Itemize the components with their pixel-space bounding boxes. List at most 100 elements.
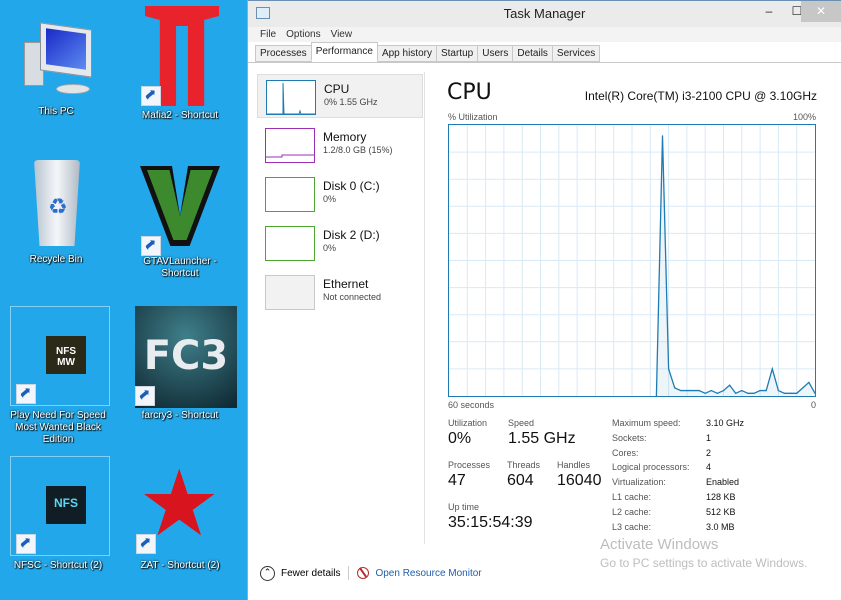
resource-list: CPU 0% 1.55 GHz Memory 1.2/8.0 GB (15%) …	[257, 72, 425, 544]
desktop-icon-label: Recycle Bin	[29, 254, 83, 265]
desktop-icon-label: This PC	[38, 106, 74, 117]
shortcut-arrow-icon	[135, 386, 155, 406]
cpu-data-point	[771, 368, 773, 370]
pentagram-icon: ★	[130, 454, 230, 558]
spec-key: Sockets:	[612, 432, 647, 443]
close-button[interactable]: ✕	[801, 1, 841, 22]
menu-file[interactable]: File	[260, 29, 276, 40]
resource-disk2[interactable]: Disk 2 (D:) 0%	[257, 221, 423, 265]
y-axis-label: % Utilization	[448, 112, 498, 122]
tab-performance[interactable]: Performance	[310, 42, 378, 61]
shortcut-arrow-icon	[16, 384, 36, 404]
tab-app-history[interactable]: App history	[376, 45, 437, 62]
tab-details[interactable]: Details	[512, 45, 553, 62]
stat-value: 35:15:54:39	[448, 514, 533, 531]
cpu-data-point	[729, 384, 731, 386]
desktop-icon-label: Mafia2 - Shortcut	[141, 110, 219, 121]
tab-processes[interactable]: Processes	[255, 45, 312, 62]
resource-name: Ethernet	[323, 277, 369, 291]
desktop-icon-label: Play Need For Speed Most Wanted Black Ed…	[10, 410, 106, 445]
chevron-up-icon: ⌃	[260, 565, 275, 581]
window-title: Task Manager	[503, 6, 586, 21]
stat-utilization: Utilization 0%	[448, 418, 487, 448]
spec-row: L1 cache: 128 KB	[612, 492, 744, 507]
menu-options[interactable]: Options	[286, 29, 320, 40]
tab-users[interactable]: Users	[477, 45, 514, 62]
stat-label: Up time	[448, 502, 480, 512]
resource-memory[interactable]: Memory 1.2/8.0 GB (15%)	[257, 123, 423, 167]
menu-view[interactable]: View	[331, 29, 353, 40]
tab-services[interactable]: Services	[551, 45, 601, 62]
resource-monitor-icon	[357, 567, 370, 579]
resource-name: Disk 2 (D:)	[323, 228, 380, 242]
spec-key: Cores:	[612, 447, 639, 458]
watermark-title: Activate Windows	[600, 536, 719, 553]
resource-ethernet[interactable]: Ethernet Not connected	[257, 270, 423, 314]
desktop-icon-nfsc[interactable]: NFS NFSC - Shortcut (2)	[2, 456, 114, 572]
stat-value: 0%	[448, 430, 472, 447]
cpu-specs: Maximum speed: 3.10 GHz Sockets: 1 Cores: 2…	[612, 418, 744, 536]
desktop: This PC Mafia2 - Shortcut ♻ Recycle Bin …	[0, 0, 247, 600]
cpu-series-line	[655, 135, 815, 396]
shortcut-arrow-icon	[136, 534, 156, 554]
stat-label: Threads	[507, 460, 541, 470]
desktop-icon-zat[interactable]: ★ ZAT - Shortcut (2)	[124, 454, 236, 572]
cpu-data-point	[710, 389, 712, 392]
nfsc-icon: NFS	[8, 456, 108, 558]
resource-name: Memory	[323, 130, 367, 144]
cpu-data-point	[765, 389, 767, 392]
title-bar[interactable]: Task Manager – ☐ ✕	[248, 0, 841, 27]
stat-label: Handles	[557, 460, 591, 470]
tab-startup[interactable]: Startup	[435, 45, 479, 62]
spec-row: Virtualization: Enabled	[612, 477, 744, 492]
cpu-data-point	[722, 389, 725, 392]
spec-key: Maximum speed:	[612, 418, 681, 428]
spec-key: L3 cache:	[612, 521, 652, 532]
spec-key: L1 cache:	[612, 491, 652, 502]
cpu-data-point	[686, 389, 688, 392]
resource-sub: 0% 1.55 GHz	[324, 97, 378, 107]
cpu-data-point	[698, 389, 700, 392]
cpu-data-point	[674, 387, 676, 389]
desktop-icon-gtav[interactable]: GTAVLauncher - Shortcut	[124, 158, 236, 280]
desktop-icon-mafia2[interactable]: Mafia2 - Shortcut	[124, 4, 236, 122]
desktop-icon-recycle-bin[interactable]: ♻ Recycle Bin	[0, 156, 112, 266]
desktop-icon-farcry3[interactable]: FC3 farcry3 - Shortcut	[124, 304, 237, 422]
fewer-details-button[interactable]: ⌃ Fewer details	[260, 565, 340, 581]
stat-uptime: Up time 35:15:54:39	[448, 502, 533, 532]
desktop-icon-nfs-mw[interactable]: NFS MW Play Need For Speed Most Wanted B…	[2, 306, 114, 446]
cpu-model: Intel(R) Core(TM) i3-2100 CPU @ 3.10GHz	[584, 89, 817, 103]
stat-processes: Processes 47	[448, 460, 490, 490]
minimize-button[interactable]: –	[755, 1, 783, 22]
cpu-data-point	[802, 387, 804, 389]
cpu-data-point	[796, 392, 798, 394]
stat-label: Speed	[508, 418, 535, 428]
disk2-thumbnail-graph	[265, 226, 315, 261]
resource-cpu[interactable]: CPU 0% 1.55 GHz	[257, 74, 423, 118]
spec-value: 2	[706, 447, 712, 458]
shortcut-arrow-icon	[141, 236, 161, 256]
resource-disk0[interactable]: Disk 0 (C:) 0%	[257, 172, 423, 216]
cpu-data-point	[790, 392, 792, 394]
open-resource-monitor-link[interactable]: Open Resource Monitor	[357, 567, 482, 579]
stat-value: 1.55 GHz	[508, 430, 576, 447]
stat-speed: Speed 1.55 GHz	[508, 418, 576, 448]
desktop-icon-this-pc[interactable]: This PC	[0, 20, 112, 118]
cpu-data-point	[777, 389, 779, 392]
cpu-data-point	[716, 392, 718, 394]
resource-name: CPU	[324, 82, 350, 96]
watermark-subtitle: Go to PC settings to activate Windows.	[600, 556, 808, 570]
cpu-data-point	[735, 392, 737, 394]
spec-value: 3.0 MB	[706, 521, 735, 532]
resource-sub: 0%	[323, 243, 337, 253]
resource-sub: Not connected	[323, 292, 382, 302]
stat-label: Processes	[448, 460, 491, 470]
cpu-heading: CPU	[447, 80, 492, 105]
resource-sub: 1.2/8.0 GB (15%)	[323, 145, 393, 155]
stat-label: Utilization	[448, 418, 488, 428]
desktop-icon-label: ZAT - Shortcut (2)	[140, 560, 220, 571]
mafia2-icon	[135, 4, 225, 108]
spec-value: 4	[706, 462, 712, 473]
cpu-data-point	[741, 389, 743, 392]
gtav-icon	[135, 158, 225, 256]
